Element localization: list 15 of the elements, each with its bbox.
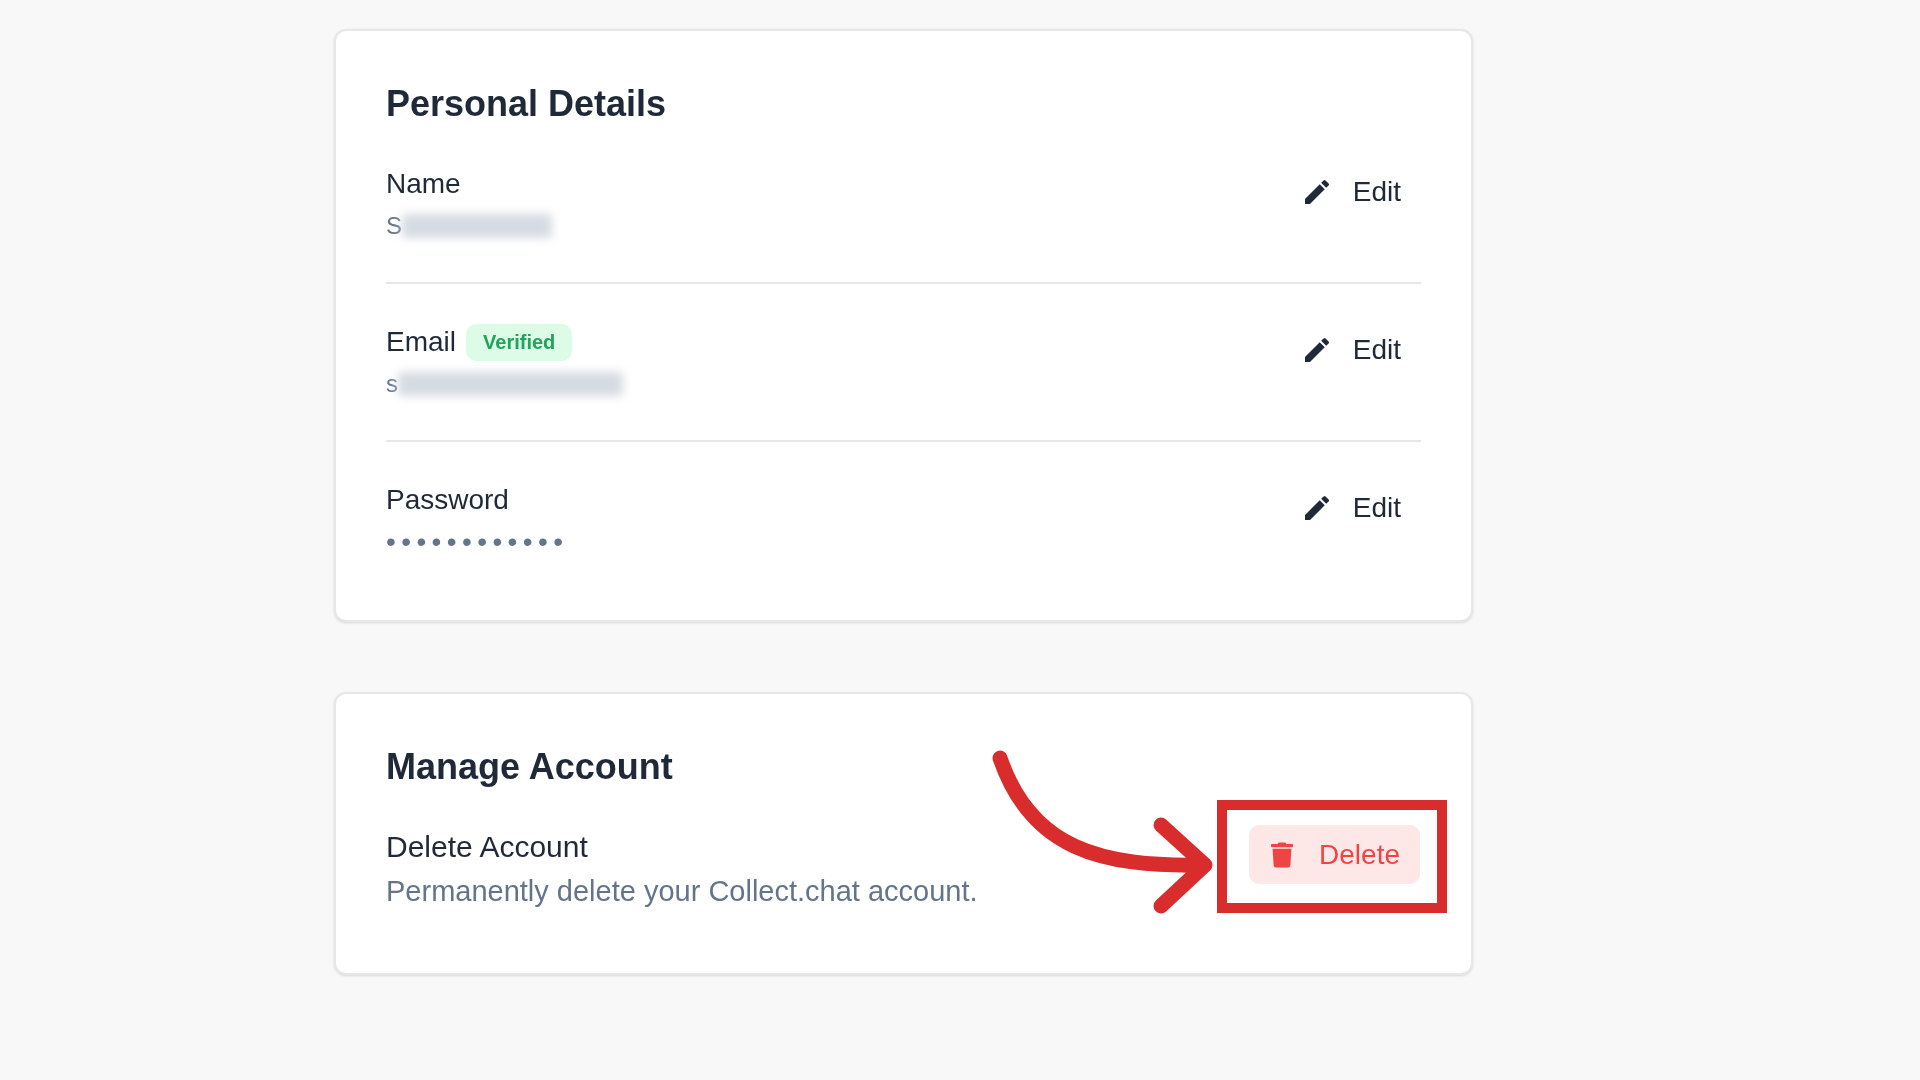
card-title: Personal Details	[386, 82, 668, 126]
card-title: Manage Account	[386, 745, 674, 789]
edit-button[interactable]: Edit	[1280, 324, 1421, 376]
setting-description: Permanently delete your Collect.chat account.	[386, 874, 978, 909]
edit-button[interactable]: Edit	[1280, 482, 1421, 534]
edit-button[interactable]: Edit	[1280, 166, 1421, 218]
field-label: Name	[386, 167, 461, 201]
field-value: S	[386, 211, 402, 241]
field-label: Password	[386, 483, 509, 517]
verified-badge: Verified	[466, 323, 573, 361]
setting-label: Delete Account	[386, 829, 589, 865]
field-label: Email	[386, 325, 456, 359]
trash-icon	[1271, 841, 1294, 868]
field-value: s	[386, 369, 398, 399]
field-value: ••••••••••••	[386, 526, 569, 558]
